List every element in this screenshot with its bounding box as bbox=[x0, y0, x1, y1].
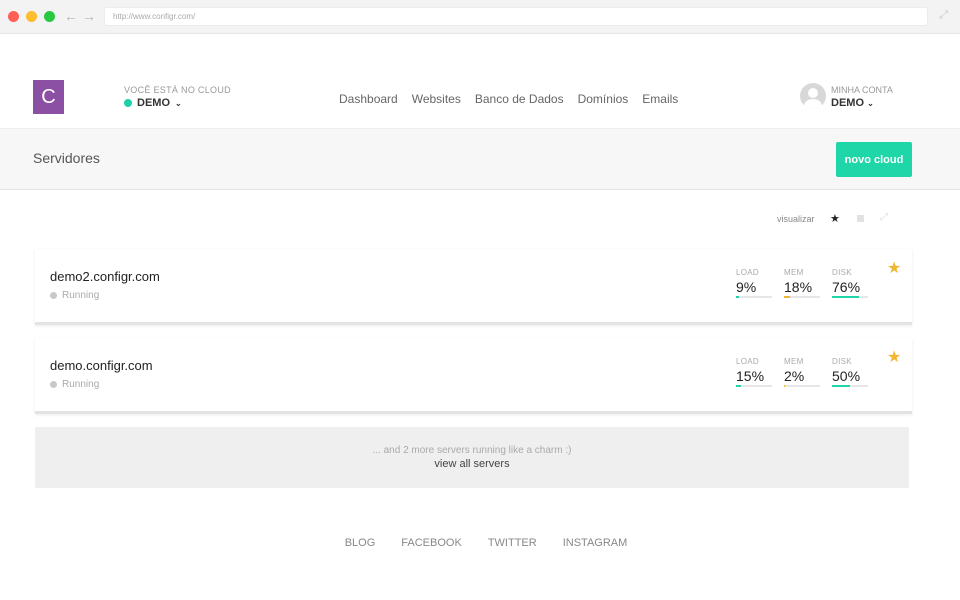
star-icon[interactable]: ★ bbox=[887, 258, 901, 278]
url-bar[interactable]: http://www.configr.com/ bbox=[104, 7, 928, 26]
back-arrow-icon[interactable]: ← bbox=[64, 8, 78, 24]
mem-label: MEM bbox=[784, 268, 804, 277]
server-status: Running bbox=[50, 379, 99, 390]
browser-chrome: ← → http://www.configr.com/ ⤢ bbox=[0, 0, 960, 34]
app-header: C VOCÊ ESTÁ NO CLOUD DEMO ⌄ Dashboard We… bbox=[0, 34, 960, 128]
mem-label: MEM bbox=[784, 357, 804, 366]
disk-bar-fill bbox=[832, 296, 860, 298]
nav-websites[interactable]: Websites bbox=[412, 92, 461, 106]
account-label: MINHA CONTA bbox=[831, 85, 893, 95]
server-status-label: Running bbox=[62, 290, 100, 301]
new-cloud-button[interactable]: novo cloud bbox=[836, 142, 912, 177]
disk-bar bbox=[832, 296, 868, 298]
nav-dominios[interactable]: Domínios bbox=[578, 92, 629, 106]
load-label: LOAD bbox=[736, 268, 759, 277]
load-metric: LOAD 9% bbox=[736, 268, 772, 298]
status-dot-icon bbox=[124, 99, 132, 107]
star-icon[interactable]: ★ bbox=[830, 212, 840, 225]
mem-bar-fill bbox=[784, 296, 791, 298]
mem-metric: MEM 2% bbox=[784, 357, 820, 387]
close-window-button[interactable] bbox=[8, 11, 19, 22]
nav-emails[interactable]: Emails bbox=[642, 92, 678, 106]
mem-bar bbox=[784, 385, 820, 387]
load-bar bbox=[736, 296, 772, 298]
footer-facebook-link[interactable]: FACEBOOK bbox=[401, 537, 462, 549]
avatar[interactable] bbox=[800, 83, 826, 109]
server-status-label: Running bbox=[62, 379, 100, 390]
cloud-label: VOCÊ ESTÁ NO CLOUD bbox=[124, 85, 231, 95]
mem-value: 18% bbox=[784, 279, 813, 295]
view-all-servers-link[interactable]: view all servers bbox=[35, 458, 909, 470]
cloud-selector[interactable]: DEMO ⌄ bbox=[124, 97, 182, 109]
logo[interactable]: C bbox=[33, 80, 64, 114]
avatar-body bbox=[804, 99, 822, 109]
footer-links: BLOG FACEBOOK TWITTER INSTAGRAM bbox=[0, 537, 960, 549]
star-icon[interactable]: ★ bbox=[887, 347, 901, 367]
disk-label: DISK bbox=[832, 357, 852, 366]
disk-value: 76% bbox=[832, 279, 861, 295]
disk-bar-fill bbox=[832, 385, 850, 387]
server-hostname[interactable]: demo.configr.com bbox=[50, 358, 153, 373]
page-header: Servidores novo cloud bbox=[0, 128, 960, 190]
server-card[interactable]: demo2.configr.com Running LOAD 9% MEM 18… bbox=[35, 249, 912, 325]
load-metric: LOAD 15% bbox=[736, 357, 772, 387]
account-name: DEMO bbox=[831, 97, 864, 109]
load-value: 9% bbox=[736, 279, 757, 295]
load-bar-fill bbox=[736, 385, 742, 387]
account-selector[interactable]: DEMO ⌄ bbox=[831, 97, 874, 109]
footer-instagram-link[interactable]: INSTAGRAM bbox=[563, 537, 628, 549]
cloud-name: DEMO bbox=[137, 97, 170, 109]
mem-bar-fill bbox=[784, 385, 785, 387]
status-dot-icon bbox=[50, 381, 57, 388]
disk-bar bbox=[832, 385, 868, 387]
disk-label: DISK bbox=[832, 268, 852, 277]
more-servers-panel: ... and 2 more servers running like a ch… bbox=[35, 427, 909, 488]
mem-metric: MEM 18% bbox=[784, 268, 820, 298]
chevron-down-icon: ⌄ bbox=[175, 98, 182, 108]
mem-bar bbox=[784, 296, 820, 298]
nav-dashboard[interactable]: Dashboard bbox=[339, 92, 398, 106]
page-title: Servidores bbox=[33, 150, 100, 166]
server-hostname[interactable]: demo2.configr.com bbox=[50, 269, 160, 284]
footer-blog-link[interactable]: BLOG bbox=[345, 537, 376, 549]
disk-metric: DISK 76% bbox=[832, 268, 868, 298]
nav-banco-de-dados[interactable]: Banco de Dados bbox=[475, 92, 564, 106]
load-label: LOAD bbox=[736, 357, 759, 366]
minimize-window-button[interactable] bbox=[26, 11, 37, 22]
load-bar-fill bbox=[736, 296, 740, 298]
main-nav: Dashboard Websites Banco de Dados Domíni… bbox=[339, 92, 678, 106]
expand-icon[interactable]: ⤢ bbox=[880, 212, 888, 223]
mem-value: 2% bbox=[784, 368, 805, 384]
footer-twitter-link[interactable]: TWITTER bbox=[488, 537, 537, 549]
disk-metric: DISK 50% bbox=[832, 357, 868, 387]
view-label: visualizar bbox=[777, 214, 815, 224]
load-value: 15% bbox=[736, 368, 765, 384]
maximize-window-button[interactable] bbox=[44, 11, 55, 22]
more-servers-message: ... and 2 more servers running like a ch… bbox=[372, 445, 572, 456]
disk-value: 50% bbox=[832, 368, 861, 384]
status-dot-icon bbox=[50, 292, 57, 299]
avatar-head bbox=[808, 88, 818, 98]
chevron-down-icon: ⌄ bbox=[867, 99, 874, 108]
forward-arrow-icon[interactable]: → bbox=[82, 8, 96, 24]
fullscreen-icon[interactable]: ⤢ bbox=[939, 9, 948, 22]
server-card[interactable]: demo.configr.com Running LOAD 15% MEM 2%… bbox=[35, 338, 912, 414]
grid-icon[interactable] bbox=[857, 215, 864, 222]
server-status: Running bbox=[50, 290, 99, 301]
load-bar bbox=[736, 385, 772, 387]
